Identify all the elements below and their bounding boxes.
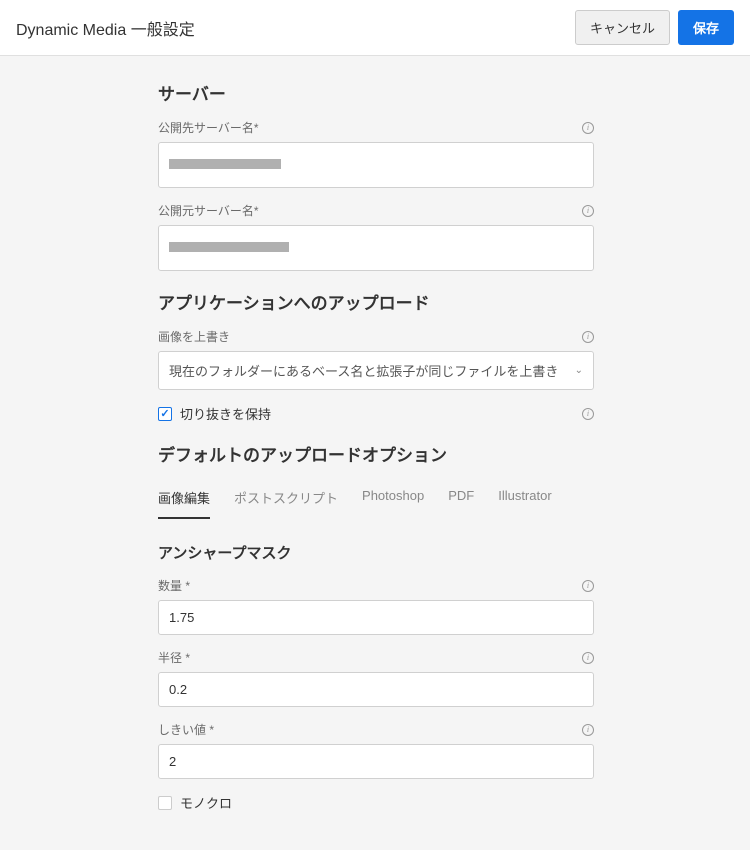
overwrite-field: 画像を上書き i 現在のフォルダーにあるベース名と拡張子が同じファイルを上書き … xyxy=(158,328,594,390)
unsharp-heading: アンシャープマスク xyxy=(158,542,594,563)
info-icon[interactable]: i xyxy=(582,724,594,736)
content: サーバー 公開先サーバー名* i 公開元サーバー名* i アプリケーションへのア… xyxy=(0,56,750,850)
threshold-input[interactable] xyxy=(158,744,594,779)
header: Dynamic Media 一般設定 キャンセル 保存 xyxy=(0,0,750,56)
tab-postscript[interactable]: ポストスクリプト xyxy=(234,488,338,519)
redacted-value xyxy=(169,242,289,252)
info-icon[interactable]: i xyxy=(582,408,594,420)
overwrite-select[interactable]: 現在のフォルダーにあるベース名と拡張子が同じファイルを上書き ⌄ xyxy=(158,351,594,390)
threshold-field: しきい値 * i xyxy=(158,721,594,779)
radius-field: 半径 * i xyxy=(158,649,594,707)
published-server-label: 公開先サーバー名* xyxy=(158,119,259,136)
monochrome-label: モノクロ xyxy=(180,793,232,812)
overwrite-value: 現在のフォルダーにあるベース名と拡張子が同じファイルを上書き xyxy=(169,361,558,380)
form-area: サーバー 公開先サーバー名* i 公開元サーバー名* i アプリケーションへのア… xyxy=(158,80,594,812)
header-actions: キャンセル 保存 xyxy=(575,10,734,45)
preserve-crop-checkbox[interactable]: ✓ xyxy=(158,407,172,421)
published-server-field: 公開先サーバー名* i xyxy=(158,119,594,188)
tab-photoshop[interactable]: Photoshop xyxy=(362,488,424,519)
preserve-crop-row: ✓ 切り抜きを保持 i xyxy=(158,404,594,423)
info-icon[interactable]: i xyxy=(582,580,594,592)
monochrome-checkbox[interactable] xyxy=(158,796,172,810)
origin-server-input[interactable] xyxy=(158,225,594,271)
amount-field: 数量 * i xyxy=(158,577,594,635)
default-options-heading: デフォルトのアップロードオプション xyxy=(158,441,594,466)
radius-label: 半径 * xyxy=(158,649,190,666)
tab-illustrator[interactable]: Illustrator xyxy=(498,488,551,519)
cancel-button[interactable]: キャンセル xyxy=(575,10,670,45)
overwrite-label: 画像を上書き xyxy=(158,328,230,345)
info-icon[interactable]: i xyxy=(582,205,594,217)
tab-image-edit[interactable]: 画像編集 xyxy=(158,488,210,519)
monochrome-row: モノクロ xyxy=(158,793,594,812)
upload-section-heading: アプリケーションへのアップロード xyxy=(158,289,594,314)
amount-input[interactable] xyxy=(158,600,594,635)
preserve-crop-label: 切り抜きを保持 xyxy=(180,404,271,423)
info-icon[interactable]: i xyxy=(582,652,594,664)
tabs: 画像編集 ポストスクリプト Photoshop PDF Illustrator xyxy=(158,488,594,520)
threshold-label: しきい値 * xyxy=(158,721,214,738)
info-icon[interactable]: i xyxy=(582,331,594,343)
redacted-value xyxy=(169,159,281,169)
radius-input[interactable] xyxy=(158,672,594,707)
checkmark-icon: ✓ xyxy=(160,407,169,420)
server-section-heading: サーバー xyxy=(158,80,594,105)
amount-label: 数量 * xyxy=(158,577,190,594)
page-title: Dynamic Media 一般設定 xyxy=(16,16,195,40)
origin-server-label: 公開元サーバー名* xyxy=(158,202,259,219)
chevron-down-icon: ⌄ xyxy=(575,365,583,376)
save-button[interactable]: 保存 xyxy=(678,10,734,45)
origin-server-field: 公開元サーバー名* i xyxy=(158,202,594,271)
tab-pdf[interactable]: PDF xyxy=(448,488,474,519)
info-icon[interactable]: i xyxy=(582,122,594,134)
published-server-input[interactable] xyxy=(158,142,594,188)
